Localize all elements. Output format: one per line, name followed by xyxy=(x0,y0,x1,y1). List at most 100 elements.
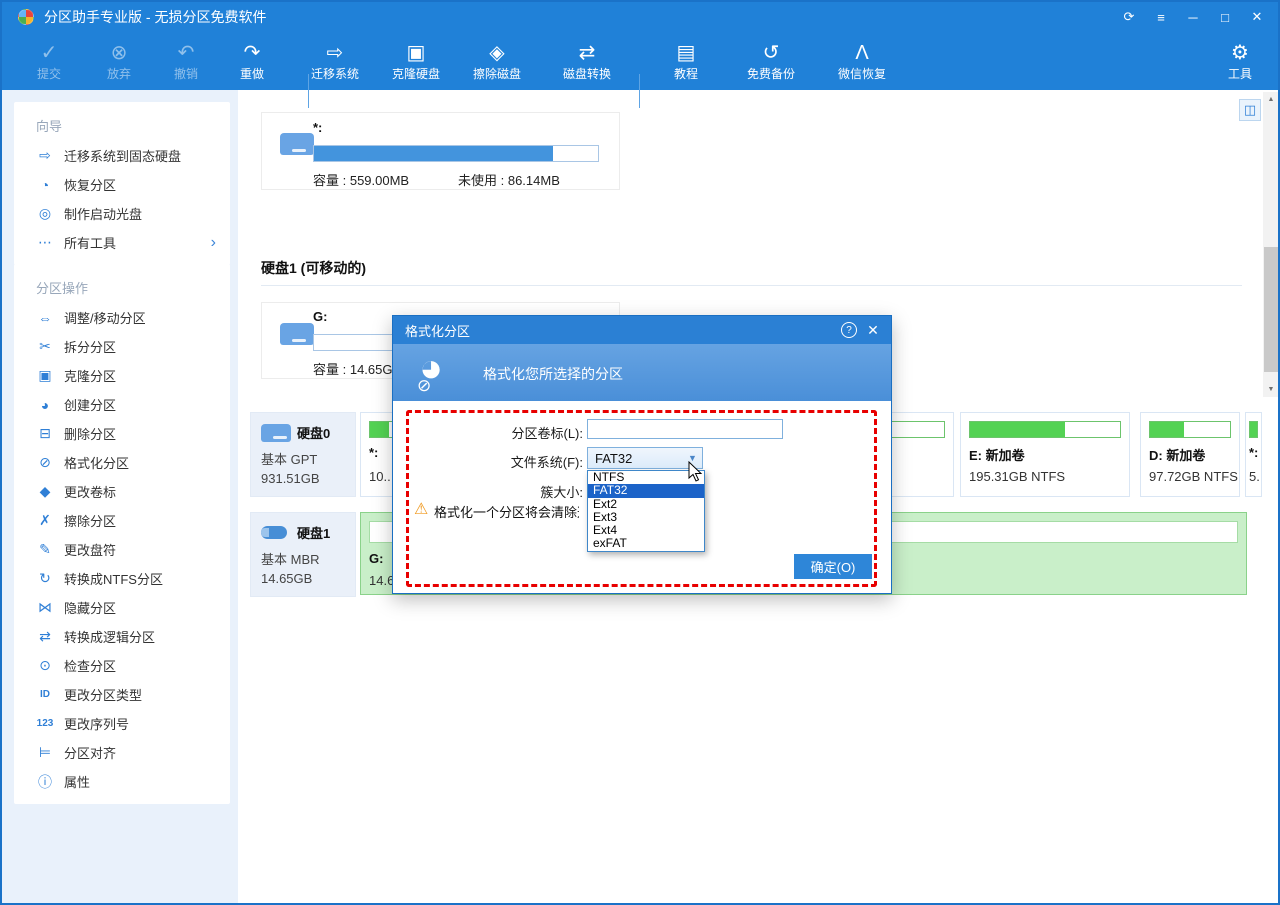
disk-name: 硬盘0 xyxy=(297,423,330,442)
sidebar-item-partition-alignment[interactable]: ⊨ 分区对齐 xyxy=(14,738,230,767)
sidebar-item-change-serial-number[interactable]: 123 更改序列号 xyxy=(14,709,230,738)
file-system-combobox[interactable]: FAT32 ▼ xyxy=(587,447,703,469)
scrollbar-thumb[interactable] xyxy=(1264,247,1278,372)
wipe-disk-button[interactable]: ◈ 擦除磁盘 xyxy=(463,36,531,86)
view-toggle-icon[interactable]: ◫ xyxy=(1239,99,1261,121)
file-system-caption: 文件系统(F): xyxy=(468,452,583,471)
migrate-system-button[interactable]: ⇨ 迁移系统 xyxy=(301,36,369,86)
commit-button[interactable]: ✓ 提交 xyxy=(25,36,73,86)
sidebar-item-hide-partition[interactable]: ⋈ 隐藏分区 xyxy=(14,593,230,622)
disk-size: 14.65GB xyxy=(261,571,312,586)
app-logo-icon xyxy=(18,9,34,25)
toolbar-separator xyxy=(639,74,640,108)
app-title: 分区助手专业版 - 无损分区免费软件 xyxy=(44,7,266,27)
wipe-partition-icon: ✗ xyxy=(36,512,54,529)
sidebar-item-properties[interactable]: ⓘ 属性 xyxy=(14,767,230,796)
undo-button[interactable]: ↶ 撤销 xyxy=(162,36,210,86)
volume-capacity: 容量 : 14.65GB xyxy=(313,359,401,378)
menu-icon[interactable]: ≡ xyxy=(1148,5,1174,29)
disk-size: 931.51GB xyxy=(261,471,320,486)
ok-button[interactable]: 确定(O) xyxy=(794,554,872,579)
undo-icon: ↶ xyxy=(178,41,195,67)
dialog-header: ◕ ⊘ 格式化您所选择的分区 xyxy=(393,344,891,401)
sidebar-item-wipe-partition[interactable]: ✗ 擦除分区 xyxy=(14,506,230,535)
convert-logical-icon: ⇄ xyxy=(36,628,54,645)
sidebar-item-all-tools[interactable]: ⋯ 所有工具 › xyxy=(14,228,230,257)
sidebar-item-make-boot-disc[interactable]: ◎ 制作启动光盘 xyxy=(14,199,230,228)
volume-label-input[interactable] xyxy=(587,419,783,439)
sidebar-item-clone-partition[interactable]: ▣ 克隆分区 xyxy=(14,361,230,390)
sidebar-item-convert-to-logical[interactable]: ⇄ 转换成逻辑分区 xyxy=(14,622,230,651)
dropdown-option-ext2[interactable]: Ext2 xyxy=(588,498,704,511)
tutorial-button[interactable]: ▤ 教程 xyxy=(652,36,720,86)
sidebar: 向导 ⇨ 迁移系统到固态硬盘 ◔ 恢复分区 ◎ 制作启动光盘 ⋯ 所有工具 › … xyxy=(2,90,238,903)
refresh-icon[interactable]: ⟳ xyxy=(1116,5,1142,29)
sidebar-item-recover-partition[interactable]: ◔ 恢复分区 xyxy=(14,170,230,199)
warning-text: 格式化一个分区将会清除这 xyxy=(434,502,579,521)
vertical-scrollbar[interactable]: ▲ ▼ xyxy=(1263,92,1279,397)
dropdown-option-ntfs[interactable]: NTFS xyxy=(588,471,704,484)
clone-disk-icon: ▣ xyxy=(407,41,426,67)
app-window: 分区助手专业版 - 无损分区免费软件 ⟳ ≡ ─ □ ✕ ✓ 提交 ⊗ 放弃 ↶… xyxy=(0,0,1280,905)
free-backup-icon: ↺ xyxy=(763,41,780,67)
convert-ntfs-icon: ↻ xyxy=(36,570,54,587)
scroll-down-icon[interactable]: ▼ xyxy=(1263,382,1279,397)
all-tools-icon: ⋯ xyxy=(36,234,54,251)
redo-button[interactable]: ↷ 重做 xyxy=(228,36,276,86)
partition-card-e[interactable]: E: 新加卷 195.31GB NTFS xyxy=(960,412,1130,497)
sidebar-item-create-partition[interactable]: ◕ 创建分区 xyxy=(14,390,230,419)
sidebar-item-migrate-os-to-ssd[interactable]: ⇨ 迁移系统到固态硬盘 xyxy=(14,141,230,170)
clone-disk-button[interactable]: ▣ 克隆硬盘 xyxy=(382,36,450,86)
dialog-titlebar[interactable]: 格式化分区 xyxy=(393,316,891,344)
help-icon[interactable]: ? xyxy=(841,322,857,338)
dialog-subtitle: 格式化您所选择的分区 xyxy=(483,364,623,384)
partition-ops-section: 分区操作 ⇔ 调整/移动分区 ✂ 拆分分区 ▣ 克隆分区 ◕ 创建分区 ⊟ 删除… xyxy=(14,264,230,804)
partition-card-star2[interactable]: *: 5. xyxy=(1245,412,1262,497)
sidebar-item-change-partition-type[interactable]: ID 更改分区类型 xyxy=(14,680,230,709)
recover-partition-icon: ◔ xyxy=(36,177,54,193)
sidebar-item-change-drive-letter[interactable]: ✎ 更改盘符 xyxy=(14,535,230,564)
sidebar-item-change-label[interactable]: ◆ 更改卷标 xyxy=(14,477,230,506)
maximize-icon[interactable]: □ xyxy=(1212,5,1238,29)
sidebar-item-delete-partition[interactable]: ⊟ 删除分区 xyxy=(14,419,230,448)
sidebar-item-resize-move-partition[interactable]: ⇔ 调整/移动分区 xyxy=(14,303,230,332)
sidebar-item-format-partition[interactable]: ⊘ 格式化分区 xyxy=(14,448,230,477)
partition-type-id-icon: ID xyxy=(36,689,54,700)
tutorial-icon: ▤ xyxy=(677,41,696,67)
mouse-cursor xyxy=(688,461,704,483)
discard-button[interactable]: ⊗ 放弃 xyxy=(95,36,143,86)
format-partition-dialog: 格式化分区 ? ✕ ◕ ⊘ 格式化您所选择的分区 分区卷标(L): 文件系统(F… xyxy=(392,315,892,594)
free-backup-button[interactable]: ↺ 免费备份 xyxy=(737,36,805,86)
sidebar-item-convert-to-ntfs[interactable]: ↻ 转换成NTFS分区 xyxy=(14,564,230,593)
drive-icon xyxy=(280,323,314,345)
clone-partition-icon: ▣ xyxy=(36,367,54,384)
create-partition-icon: ◕ xyxy=(36,397,54,413)
change-label-icon: ◆ xyxy=(36,483,54,500)
wechat-recovery-button[interactable]: Λ 微信恢复 xyxy=(828,36,896,86)
disk0-info-card[interactable]: 硬盘0 基本 GPT 931.51GB xyxy=(250,412,356,497)
sidebar-item-check-partition[interactable]: ⊙ 检查分区 xyxy=(14,651,230,680)
wizard-section-title: 向导 xyxy=(14,108,230,141)
redo-icon: ↷ xyxy=(244,41,261,67)
dialog-close-icon[interactable]: ✕ xyxy=(865,322,881,338)
usb-drive-icon xyxy=(261,526,287,539)
dropdown-option-exfat[interactable]: exFAT xyxy=(588,537,704,550)
dropdown-option-ext3[interactable]: Ext3 xyxy=(588,511,704,524)
close-icon[interactable]: ✕ xyxy=(1244,5,1270,29)
tools-button[interactable]: ⚙ 工具 xyxy=(1216,36,1264,86)
hide-partition-icon: ⋈ xyxy=(36,599,54,616)
volume-card-star[interactable]: *: 容量 : 559.00MB 未使用 : 86.14MB xyxy=(261,112,620,190)
dropdown-option-fat32[interactable]: FAT32 xyxy=(588,484,704,497)
dropdown-option-ext4[interactable]: Ext4 xyxy=(588,524,704,537)
change-drive-letter-icon: ✎ xyxy=(36,541,54,558)
sidebar-item-split-partition[interactable]: ✂ 拆分分区 xyxy=(14,332,230,361)
disk-convert-button[interactable]: ⇄ 磁盘转换 xyxy=(553,36,621,86)
format-partition-icon: ◕ ⊘ xyxy=(419,352,461,394)
disk-name: 硬盘1 xyxy=(297,523,330,542)
disk1-info-card[interactable]: 硬盘1 基本 MBR 14.65GB xyxy=(250,512,356,597)
partition-card-d[interactable]: D: 新加卷 97.72GB NTFS xyxy=(1140,412,1240,497)
scroll-up-icon[interactable]: ▲ xyxy=(1263,92,1279,107)
file-system-value: FAT32 xyxy=(595,451,632,466)
minimize-icon[interactable]: ─ xyxy=(1180,5,1206,29)
drive-icon xyxy=(280,133,314,155)
